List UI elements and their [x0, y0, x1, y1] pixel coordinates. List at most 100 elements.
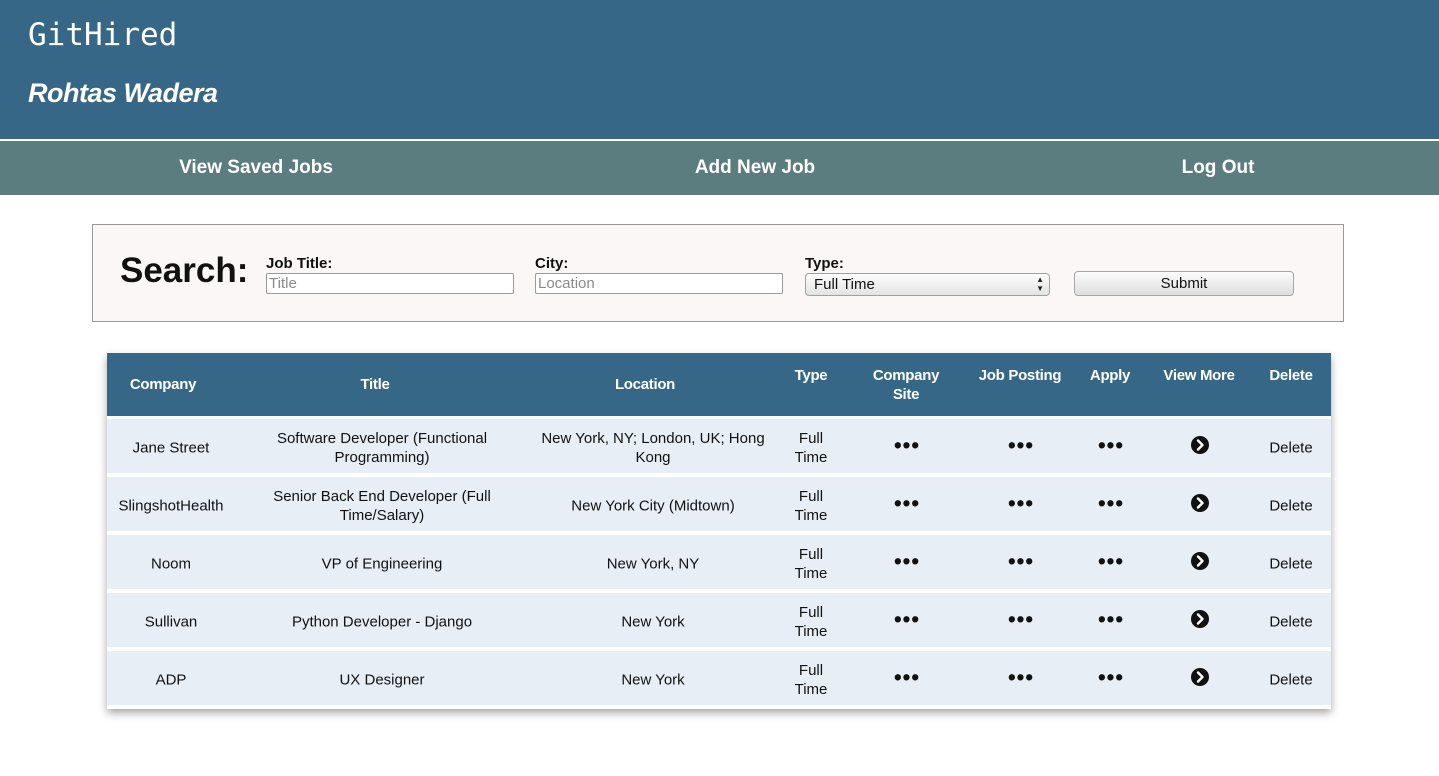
job-posting-link[interactable]: •••	[1008, 492, 1034, 516]
delete-button[interactable]: Delete	[1269, 497, 1312, 516]
nav-log-out[interactable]: Log Out	[1182, 141, 1255, 195]
apply-link[interactable]: •••	[1098, 550, 1124, 574]
cell-type: Full Time	[795, 487, 828, 525]
job-posting-link[interactable]: •••	[1008, 434, 1034, 458]
company-site-link[interactable]: •••	[894, 666, 920, 690]
cell-location: New York, NY; London, UK; Hong Kong	[541, 429, 764, 467]
delete-button[interactable]: Delete	[1269, 613, 1312, 632]
company-site-link[interactable]: •••	[894, 492, 920, 516]
more-dots-icon: •••	[1007, 606, 1035, 632]
delete-label: Delete	[1269, 671, 1313, 689]
table-row: Sullivan Python Developer - Django New Yor…	[107, 593, 1331, 647]
job-title: VP of Engineering	[321, 555, 443, 573]
job-type-line2: Time	[794, 449, 828, 466]
th-type: Type	[794, 367, 828, 384]
nav-view-saved-jobs[interactable]: View Saved Jobs	[179, 141, 333, 195]
job-location: New York, NY	[606, 555, 700, 573]
job-type-line1: Full	[798, 662, 824, 679]
type-select[interactable]: Full Time ▲ ▼	[805, 273, 1050, 296]
company-name: SlingshotHealth	[118, 497, 224, 515]
th-apply: Apply	[1089, 367, 1131, 384]
city-input[interactable]	[535, 273, 783, 294]
type-label: Type:	[805, 255, 844, 272]
job-location: New York, NY; London, UK; Hong	[541, 430, 765, 447]
job-type-line1: Full	[798, 488, 824, 505]
delete-button[interactable]: Delete	[1269, 555, 1312, 574]
delete-button[interactable]: Delete	[1269, 671, 1312, 690]
job-title: Senior Back End Developer (Full	[273, 488, 491, 505]
search-panel: Search: Job Title: City: Type: Full Time…	[92, 224, 1344, 322]
more-dots-icon: •••	[1007, 548, 1035, 574]
apply-link[interactable]: •••	[1098, 608, 1124, 632]
job-location: New York	[621, 671, 685, 689]
app-header: GitHired Rohtas Wadera	[0, 0, 1439, 139]
company-site-link[interactable]: •••	[894, 550, 920, 574]
job-title-label: Job Title:	[266, 255, 333, 272]
view-more-arrow-icon[interactable]	[1191, 552, 1209, 570]
job-posting-link[interactable]: •••	[1008, 666, 1034, 690]
job-posting-link[interactable]: •••	[1008, 608, 1034, 632]
job-title: Software Developer (Functional	[276, 430, 488, 447]
delete-label: Delete	[1269, 555, 1313, 573]
cell-title: Software Developer (Functional Programmin…	[277, 429, 487, 467]
job-title-input[interactable]	[266, 273, 514, 294]
cell-type: Full Time	[795, 429, 828, 467]
table-row: Jane Street Software Developer (Functiona…	[107, 419, 1331, 473]
th-company-site-line1: Company	[872, 367, 940, 384]
apply-link[interactable]: •••	[1098, 434, 1124, 458]
type-select-value: Full Time	[814, 276, 875, 293]
company-name: Jane Street	[132, 439, 210, 457]
view-more-arrow-icon[interactable]	[1191, 610, 1209, 628]
cell-location: New York, NY	[607, 555, 700, 574]
cell-location: New York	[621, 671, 684, 690]
jobs-table: Company Title Location Type Company Site…	[107, 353, 1331, 709]
cell-location: New York	[621, 613, 684, 632]
more-dots-icon: •••	[893, 432, 921, 458]
company-name: ADP	[155, 671, 187, 689]
job-location: New York	[621, 613, 685, 631]
job-posting-link[interactable]: •••	[1008, 550, 1034, 574]
company-site-link[interactable]: •••	[894, 434, 920, 458]
cell-type: Full Time	[795, 545, 828, 583]
delete-label: Delete	[1269, 497, 1313, 515]
job-location-line2: Kong	[635, 449, 671, 466]
cell-company: Jane Street	[133, 439, 210, 458]
apply-link[interactable]: •••	[1098, 666, 1124, 690]
company-site-link[interactable]: •••	[894, 608, 920, 632]
cell-location: New York City (Midtown)	[571, 497, 734, 516]
job-type-line1: Full	[798, 430, 824, 447]
cell-title: VP of Engineering	[322, 555, 443, 574]
delete-button[interactable]: Delete	[1269, 439, 1312, 458]
more-dots-icon: •••	[1097, 490, 1125, 516]
more-dots-icon: •••	[1007, 490, 1035, 516]
table-row: ADP UX Designer New York Full Time ••• ••• ••• D…	[107, 651, 1331, 705]
table-row: Noom VP of Engineering New York, NY Full Tim…	[107, 535, 1331, 589]
cell-title: Senior Back End Developer (Full Time/Sala…	[273, 487, 491, 525]
brand-logo[interactable]: GitHired	[28, 17, 177, 53]
submit-button[interactable]: Submit	[1074, 271, 1294, 296]
job-title: UX Designer	[339, 671, 425, 689]
cell-company: Noom	[151, 555, 191, 574]
job-type-line2: Time	[794, 507, 828, 524]
view-more-arrow-icon[interactable]	[1191, 494, 1209, 512]
user-name: Rohtas Wadera	[28, 78, 218, 108]
th-company: Company	[129, 376, 197, 393]
th-view-more: View More	[1163, 367, 1235, 384]
more-dots-icon: •••	[893, 664, 921, 690]
nav-add-new-job[interactable]: Add New Job	[695, 141, 815, 195]
view-more-arrow-icon[interactable]	[1191, 668, 1209, 686]
cell-company: Sullivan	[145, 613, 198, 632]
company-name: Sullivan	[144, 613, 198, 631]
view-more-arrow-icon[interactable]	[1191, 436, 1209, 454]
delete-label: Delete	[1269, 439, 1313, 457]
cell-title: UX Designer	[339, 671, 424, 690]
more-dots-icon: •••	[893, 606, 921, 632]
delete-label: Delete	[1269, 613, 1313, 631]
apply-link[interactable]: •••	[1098, 492, 1124, 516]
search-heading: Search:	[120, 251, 249, 290]
job-type-line2: Time	[794, 681, 828, 698]
job-type-line1: Full	[798, 546, 824, 563]
th-company-site: Company Site	[872, 366, 940, 404]
job-type-line2: Time	[794, 623, 828, 640]
cell-type: Full Time	[795, 603, 828, 641]
